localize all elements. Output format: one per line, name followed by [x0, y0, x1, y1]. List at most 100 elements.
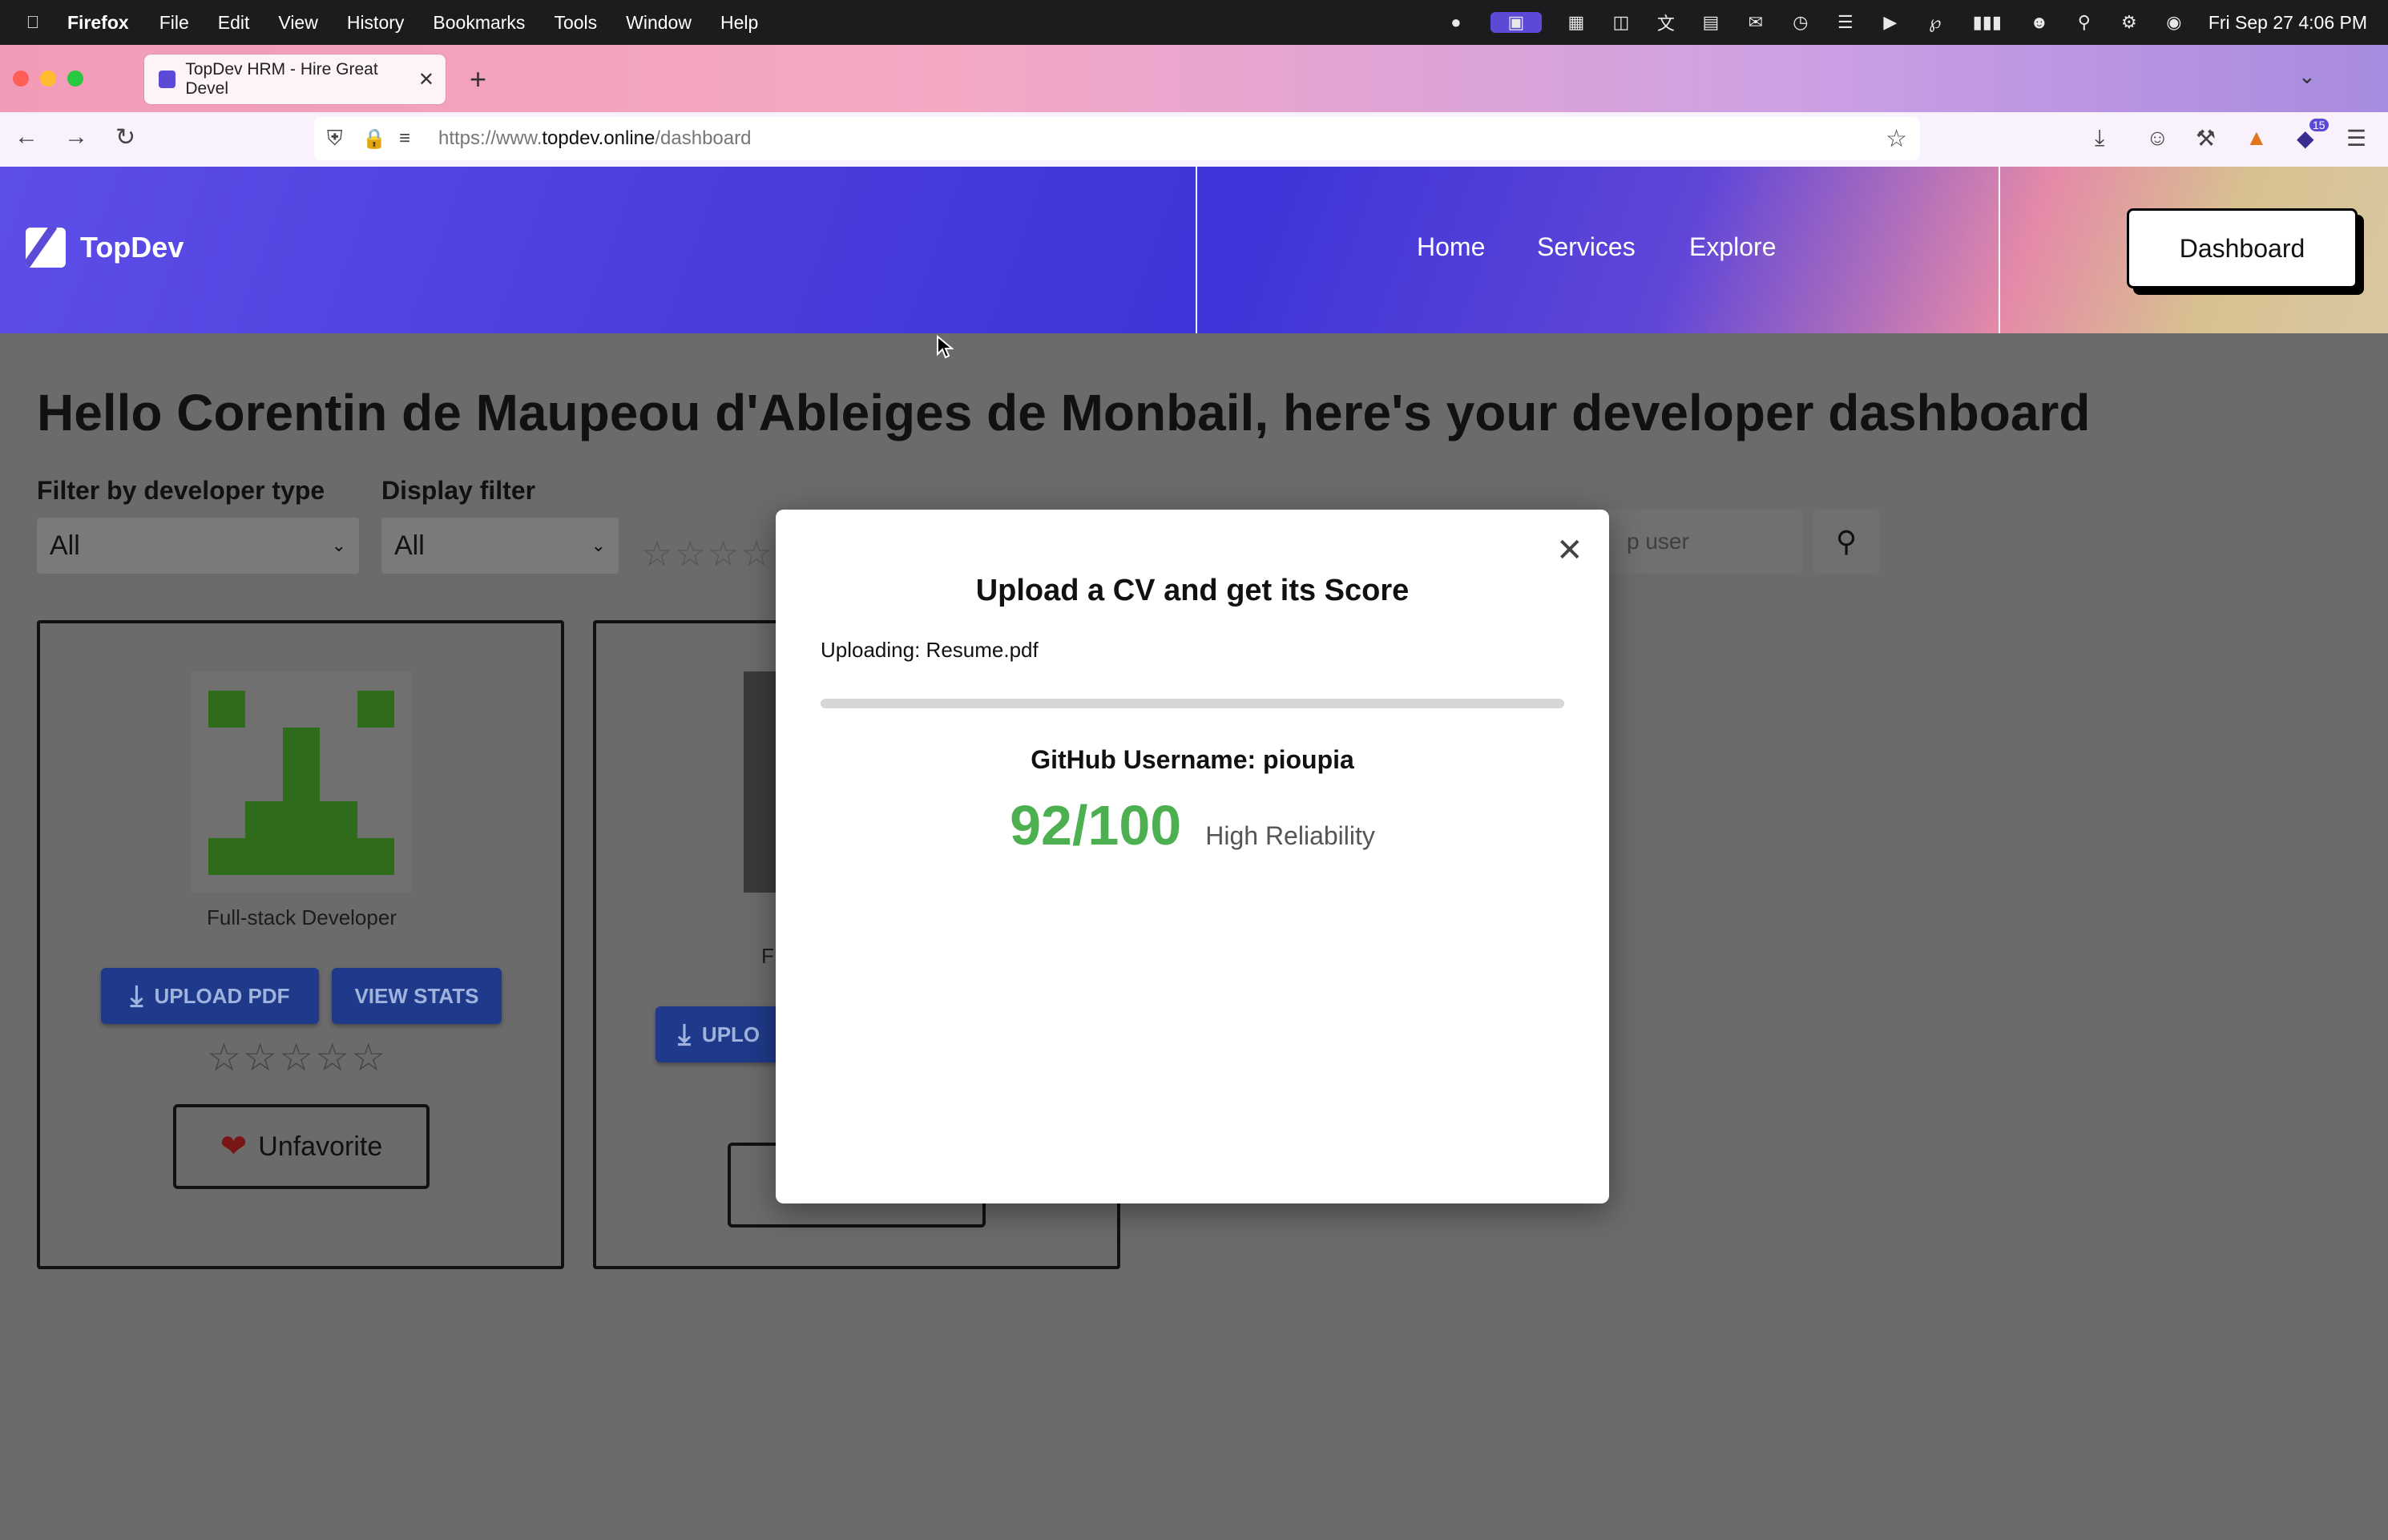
downloads-icon[interactable]: ⤓	[2095, 125, 2104, 151]
extension-badge-count: 15	[2309, 119, 2329, 131]
menu-bookmarks[interactable]: Bookmarks	[433, 12, 525, 34]
filter-type-select[interactable]: All ⌄	[37, 518, 359, 574]
page-title: Hello Corentin de Maupeou d'Ableiges de …	[37, 384, 2091, 441]
control-center-icon[interactable]: ⚙	[2119, 12, 2140, 33]
uploading-status: Uploading: Resume.pdf	[821, 638, 1039, 662]
unfavorite-button[interactable]: ❤ Unfavorite	[173, 1104, 430, 1189]
upload-pdf-button[interactable]: ⤓ UPLOAD PDF	[101, 968, 319, 1024]
grid-app-icon[interactable]: ▦	[1566, 12, 1587, 33]
search-input[interactable]: p user	[1595, 510, 1803, 574]
upload-pdf-button[interactable]: ⤓ UPLO	[655, 1006, 784, 1062]
card-icon[interactable]: ▤	[1700, 12, 1721, 33]
menu-tools[interactable]: Tools	[554, 12, 597, 34]
tab-favicon-icon	[159, 71, 176, 88]
close-icon[interactable]: ✕	[1556, 532, 1583, 569]
back-icon[interactable]: ←	[14, 123, 38, 151]
shield-icon[interactable]: ⛨	[327, 126, 343, 151]
nav-explore[interactable]: Explore	[1689, 232, 1777, 262]
brand-name: TopDev	[80, 231, 184, 264]
github-username: GitHub Username: pioupia	[1031, 745, 1354, 774]
header-divider	[1999, 167, 2000, 333]
window-zoom-button[interactable]	[67, 71, 83, 87]
topdev-logo-icon	[26, 228, 66, 268]
upload-pdf-label: UPLO	[701, 1022, 760, 1046]
developer-role: F	[761, 944, 774, 968]
siri-icon[interactable]: ◉	[2164, 12, 2184, 33]
browser-tab[interactable]: TopDev HRM - Hire Great Devel ✕	[144, 54, 446, 104]
extension-badge-icon[interactable]: ◆ 15	[2297, 119, 2329, 151]
antenna-icon[interactable]: ℘	[1925, 12, 1946, 33]
tab-list-chevron-icon[interactable]: ⌄	[2298, 64, 2316, 89]
reliability-label: High Reliability	[1205, 821, 1375, 850]
header-divider	[1196, 167, 1197, 333]
avatar	[191, 671, 412, 893]
menu-history[interactable]: History	[347, 12, 405, 34]
play-icon[interactable]: ▶	[1880, 12, 1901, 33]
user-switch-icon[interactable]: ☻	[2029, 12, 2050, 33]
rating-filter-stars[interactable]: ☆☆☆☆	[641, 534, 774, 574]
translate-icon[interactable]: 文	[1656, 12, 1676, 34]
upload-icon: ⤓	[678, 1017, 691, 1050]
site-header	[0, 167, 2388, 333]
menu-file[interactable]: File	[159, 12, 189, 34]
upload-progress-bar	[821, 699, 1564, 708]
clock[interactable]: Fri Sep 27 4:06 PM	[2208, 12, 2367, 34]
window-close-button[interactable]	[13, 71, 29, 87]
reload-icon[interactable]: ↻	[115, 123, 135, 151]
permissions-icon[interactable]: ≡	[399, 127, 410, 150]
battery-icon[interactable]: ▮▮▮	[1970, 12, 2005, 33]
cv-score: 92/100	[1010, 794, 1182, 857]
macos-menu-bar:  Firefox File Edit View History Bookmar…	[0, 0, 2388, 45]
filter-type-value: All	[50, 530, 80, 561]
mail-icon[interactable]: ✉	[1745, 12, 1766, 33]
account-icon[interactable]: ☺	[2146, 125, 2169, 151]
display-filter-value: All	[394, 530, 425, 561]
url-path: /dashboard	[655, 127, 752, 149]
card-rating-stars[interactable]: ☆☆☆☆☆	[207, 1035, 387, 1080]
metamask-icon[interactable]: ▲	[2245, 125, 2268, 151]
menu-edit[interactable]: Edit	[218, 12, 250, 34]
upload-icon: ⤓	[130, 978, 143, 1012]
new-tab-icon[interactable]: +	[470, 62, 486, 96]
upload-progress-fill	[821, 699, 1564, 708]
view-stats-button[interactable]: VIEW STATS	[332, 968, 502, 1024]
developer-role: Full-stack Developer	[207, 905, 397, 929]
site-logo[interactable]: TopDev	[26, 228, 184, 268]
wifi-icon[interactable]: ☰	[1835, 12, 1856, 33]
search-input-placeholder: p user	[1627, 529, 1689, 554]
bookmark-star-icon[interactable]: ☆	[1886, 125, 1907, 153]
search-icon: ⚲	[1835, 525, 1858, 558]
screen-share-icon[interactable]: ▣	[1490, 12, 1542, 33]
display-filter-select[interactable]: All ⌄	[381, 518, 619, 574]
display-filter-label: Display filter	[381, 476, 536, 505]
app-menu-icon[interactable]: ☰	[2346, 125, 2366, 151]
extensions-icon[interactable]: ⚒	[2196, 125, 2216, 151]
tab-title: TopDev HRM - Hire Great Devel	[185, 60, 378, 98]
nav-services[interactable]: Services	[1537, 232, 1636, 262]
menu-app-name[interactable]: Firefox	[67, 12, 129, 34]
menu-help[interactable]: Help	[720, 12, 758, 34]
url-domain: topdev.online	[542, 127, 655, 149]
heart-icon: ❤	[220, 1129, 248, 1164]
nav-home[interactable]: Home	[1417, 232, 1485, 262]
window-minimize-button[interactable]	[40, 71, 56, 87]
spotlight-search-icon[interactable]: ⚲	[2074, 12, 2095, 33]
forward-icon[interactable]: →	[64, 123, 88, 151]
lock-icon[interactable]: 🔒	[362, 127, 386, 151]
dashboard-button[interactable]: Dashboard	[2127, 208, 2358, 288]
record-icon[interactable]: ●	[1446, 12, 1466, 33]
chevron-down-icon: ⌄	[591, 535, 606, 555]
time-machine-icon[interactable]: ◷	[1790, 12, 1811, 33]
filter-type-label: Filter by developer type	[37, 476, 325, 505]
apple-icon[interactable]: 	[22, 12, 43, 33]
search-button[interactable]: ⚲	[1813, 510, 1880, 574]
url-bar[interactable]: ⛨ 🔒 ≡ https://www.topdev.online/dashboar…	[314, 117, 1920, 160]
url-prefix: https://www.	[438, 127, 543, 149]
menu-window[interactable]: Window	[626, 12, 692, 34]
layout-icon[interactable]: ◫	[1611, 12, 1632, 33]
menu-view[interactable]: View	[278, 12, 317, 34]
upload-pdf-label: UPLOAD PDF	[154, 983, 290, 1008]
modal-title: Upload a CV and get its Score	[975, 574, 1410, 607]
status-area: ● ▣ ▦ ◫ 文 ▤ ✉ ◷ ☰ ▶ ℘ ▮▮▮ ☻ ⚲ ⚙ ◉ Fri Se…	[1446, 0, 2367, 45]
tab-close-icon[interactable]: ✕	[418, 68, 434, 91]
